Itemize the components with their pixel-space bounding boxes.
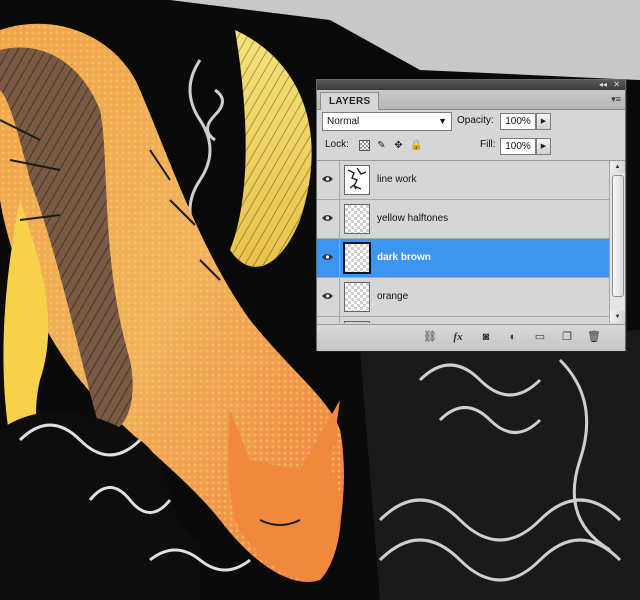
fill-slider-button[interactable]: ▶: [536, 138, 551, 155]
line-work-thumbnail-icon: [347, 167, 367, 190]
blend-mode-value: Normal: [327, 116, 360, 127]
lock-fill-row: Lock: ✎ ✥ 🔒 Fill: 100% ▶: [317, 136, 625, 158]
visibility-toggle[interactable]: [317, 200, 340, 238]
eye-icon: [322, 176, 333, 182]
layer-name: yellow halftones: [377, 213, 449, 224]
layer-name: orange: [377, 291, 409, 302]
new-group-icon[interactable]: ▭: [533, 330, 547, 344]
panel-menu-icon[interactable]: ▾≡: [611, 94, 621, 104]
scroll-thumb[interactable]: [612, 175, 624, 297]
fill-label: Fill:: [480, 139, 496, 150]
scroll-down-icon[interactable]: ▼: [610, 311, 625, 323]
layer-thumbnail: [344, 204, 370, 234]
visibility-toggle[interactable]: [317, 278, 340, 316]
add-mask-icon[interactable]: ◙: [479, 330, 493, 344]
opacity-field[interactable]: 100%: [500, 113, 536, 130]
layer-thumbnail: [344, 165, 370, 195]
layer-row[interactable]: yellow halftones: [317, 200, 609, 239]
chevron-down-icon: ▼: [438, 116, 447, 126]
eye-icon: [322, 215, 333, 221]
fill-field[interactable]: 100%: [500, 138, 536, 155]
close-panel-icon[interactable]: ✕: [613, 80, 620, 90]
opacity-slider-button[interactable]: ▶: [536, 113, 551, 130]
panel-tab-bar: LAYERS ▾≡: [317, 90, 625, 110]
layer-thumbnail: [344, 321, 370, 323]
layers-list: line work yellow halftones dark brown or…: [317, 161, 609, 323]
lock-image-pixels-icon[interactable]: ✎: [376, 140, 387, 151]
visibility-toggle[interactable]: [317, 239, 340, 277]
layer-thumbnail: [343, 242, 371, 274]
layer-row-partial[interactable]: [317, 317, 609, 323]
blend-opacity-row: Normal ▼ Opacity: 100% ▶: [317, 110, 625, 134]
collapse-panel-icon[interactable]: ◂◂: [599, 80, 607, 90]
lock-all-icon[interactable]: 🔒: [410, 140, 422, 151]
delete-layer-icon[interactable]: 🗑: [587, 330, 601, 344]
adjustment-layer-icon[interactable]: ◐: [506, 330, 520, 344]
lock-position-icon[interactable]: ✥: [393, 140, 404, 151]
panel-title-bar[interactable]: ◂◂ ✕: [317, 80, 625, 90]
eye-icon: [322, 254, 333, 260]
layer-row[interactable]: line work: [317, 161, 609, 200]
lock-transparent-pixels-icon[interactable]: [359, 140, 370, 151]
layer-thumbnail: [344, 282, 370, 312]
layer-name: line work: [377, 174, 417, 185]
layer-name: dark brown: [377, 252, 431, 263]
layers-scrollbar[interactable]: ▲ ▼: [609, 161, 625, 323]
scroll-up-icon[interactable]: ▲: [610, 161, 625, 173]
opacity-label: Opacity:: [457, 115, 494, 126]
layer-row-selected[interactable]: dark brown: [317, 239, 609, 278]
layers-panel: ◂◂ ✕ LAYERS ▾≡ Normal ▼ Opacity: 100% ▶ …: [316, 79, 626, 351]
link-layers-icon[interactable]: ⛓: [423, 330, 437, 344]
lock-label: Lock:: [325, 139, 349, 150]
tab-layers[interactable]: LAYERS: [320, 92, 380, 110]
new-layer-icon[interactable]: ❐: [560, 330, 574, 344]
layer-style-icon[interactable]: fx: [451, 330, 465, 344]
eye-icon: [322, 293, 333, 299]
visibility-toggle[interactable]: [317, 317, 340, 323]
layers-bottom-toolbar: ⛓ fx ◙ ◐ ▭ ❐ 🗑: [317, 324, 625, 351]
layer-row[interactable]: orange: [317, 278, 609, 317]
blend-mode-select[interactable]: Normal ▼: [322, 112, 452, 131]
visibility-toggle[interactable]: [317, 161, 340, 199]
